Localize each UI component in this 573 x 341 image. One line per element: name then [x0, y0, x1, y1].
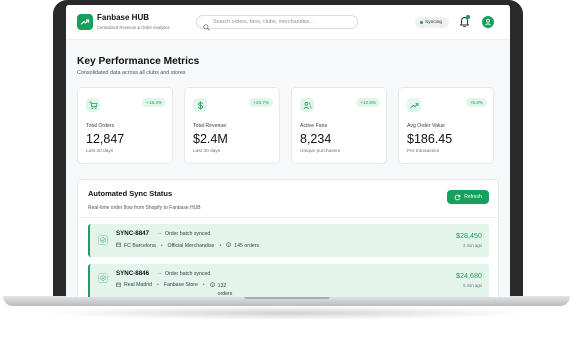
- store-name: Official Merchandise: [167, 242, 215, 249]
- store-name: Fanbase Store: [163, 282, 198, 288]
- metric-value: 8,234: [300, 132, 332, 146]
- meta-separator: •: [202, 282, 205, 288]
- panel-divider: [78, 217, 498, 218]
- trend-up-icon: [407, 98, 421, 112]
- arrow-right-icon: →: [157, 270, 163, 276]
- metric-caption: Last 30 days: [193, 149, 221, 154]
- search-input[interactable]: Search orders, fans, clubs, merchandise.…: [196, 15, 358, 31]
- meta-separator: •: [156, 282, 159, 288]
- metric-card-total-orders[interactable]: +18.3% Total Orders 12,847 Last 30 days: [77, 87, 173, 164]
- search-placeholder: Search orders, fans, clubs, merchandise.…: [213, 19, 314, 25]
- panel-title: Automated Sync Status: [88, 189, 173, 198]
- sync-time: 2 min ago: [463, 243, 482, 248]
- metric-caption: Unique purchasers: [300, 149, 341, 154]
- club-name: FC Barcelona: [124, 242, 156, 249]
- refresh-label: Refresh: [464, 194, 482, 200]
- top-header: Fanbase HUB Centralized Revenue & Order …: [66, 5, 510, 40]
- club-icon: [116, 242, 121, 249]
- metric-label: Avg Order Value: [407, 123, 445, 129]
- metric-card-active-fans[interactable]: +12.5% Active Fans 8,234 Unique purchase…: [291, 87, 387, 164]
- dollar-icon: [193, 98, 207, 112]
- growth-badge: +18.3%: [142, 98, 166, 107]
- cart-icon: [86, 98, 100, 112]
- sync-time: 5 min ago: [463, 283, 482, 288]
- sync-meta: FC Barcelona • Official Merchandise • 14…: [116, 242, 259, 249]
- meta-separator: •: [219, 242, 222, 249]
- sync-status-text: Order batch synced: [165, 270, 211, 277]
- metric-label: Active Fans: [300, 123, 328, 129]
- package-icon: [226, 242, 232, 249]
- panel-subtitle: Real-time order flow from Shopify to Fan…: [88, 205, 201, 211]
- sync-amount: $24,680: [456, 271, 482, 280]
- metric-label: Total Revenue: [193, 123, 227, 129]
- sync-label: Syncing: [425, 19, 443, 25]
- page-subtitle: Consolidated data across all clubs and s…: [77, 70, 186, 76]
- order-count: 132 orders: [217, 283, 233, 297]
- sync-status-panel: Automated Sync Status Real-time order fl…: [77, 179, 499, 297]
- users-icon: [300, 98, 314, 112]
- metric-value: 12,847: [86, 132, 125, 146]
- refresh-icon: [454, 188, 461, 206]
- sync-amount: $28,450: [456, 231, 482, 240]
- sync-indicator-icon: [420, 21, 423, 24]
- arrow-right-icon: →: [157, 230, 163, 236]
- metric-card-total-revenue[interactable]: +24.7% Total Revenue $2.4M Last 30 days: [184, 87, 280, 164]
- check-icon: [98, 235, 108, 245]
- order-count: 145 orders: [234, 242, 260, 249]
- app-logo-icon[interactable]: [77, 14, 93, 30]
- club-icon: [116, 282, 121, 289]
- app-subtitle: Centralized Revenue & Order Analytics: [97, 25, 170, 30]
- sync-row[interactable]: SYNC-8847 → Order batch synced FC Barcel…: [88, 224, 489, 257]
- sync-id: SYNC-8846: [116, 270, 150, 277]
- metric-caption: Per transaction: [407, 149, 440, 154]
- meta-separator: •: [160, 242, 163, 249]
- metric-value: $186.45: [407, 132, 453, 146]
- growth-badge: +12.5%: [356, 98, 380, 107]
- app-title: Fanbase HUB: [97, 13, 150, 22]
- user-avatar-icon[interactable]: [482, 16, 494, 28]
- club-name: Real Madrid: [124, 282, 152, 288]
- page-title: Key Performance Metrics: [77, 56, 200, 67]
- syncing-status-pill[interactable]: Syncing: [415, 17, 449, 28]
- package-icon: [209, 282, 215, 289]
- check-icon: [98, 273, 108, 283]
- metric-value: $2.4M: [193, 132, 228, 146]
- app-screen: Fanbase HUB Centralized Revenue & Order …: [66, 5, 510, 297]
- growth-badge: +5.2%: [465, 98, 487, 107]
- search-icon: [203, 18, 210, 36]
- sync-row[interactable]: SYNC-8846 → Order batch synced Real Madr…: [88, 264, 489, 297]
- metric-caption: Last 30 days: [86, 149, 114, 154]
- refresh-button[interactable]: Refresh: [447, 190, 489, 204]
- sync-id: SYNC-8847: [116, 230, 150, 237]
- growth-badge: +24.7%: [249, 98, 273, 107]
- laptop-shadow: [40, 306, 533, 320]
- metric-label: Total Orders: [86, 123, 115, 129]
- sync-status-text: Order batch synced: [165, 230, 211, 237]
- notification-dot-icon: [466, 15, 470, 19]
- metric-card-avg-order-value[interactable]: +5.2% Avg Order Value $186.45 Per transa…: [398, 87, 494, 164]
- sync-meta: Real Madrid • Fanbase Store • 132 orders: [116, 282, 232, 297]
